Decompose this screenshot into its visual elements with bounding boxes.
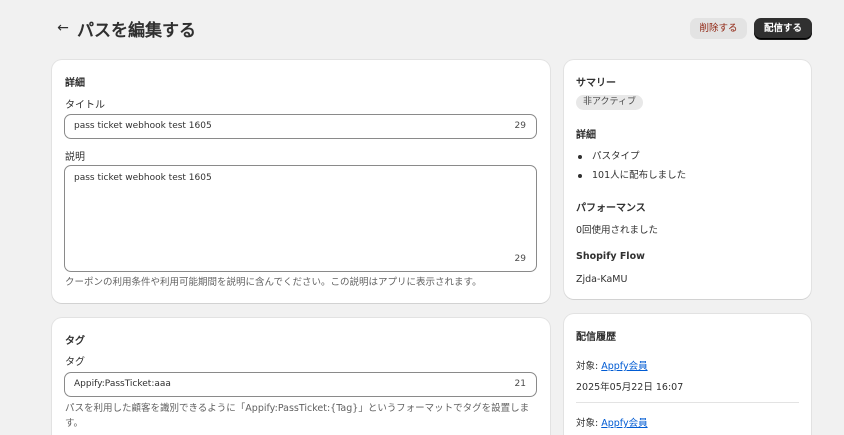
- title-label: タイトル: [65, 100, 105, 111]
- performance-heading: パフォーマンス: [576, 203, 646, 214]
- summary-details-heading: 詳細: [576, 130, 596, 141]
- details-card: 詳細 タイトル pass ticket webhook test 1605 29…: [52, 60, 550, 303]
- delete-button[interactable]: 削除する: [690, 18, 747, 39]
- description-textarea-value: pass ticket webhook test 1605: [74, 173, 212, 183]
- publish-button[interactable]: 配信する: [754, 18, 812, 39]
- details-heading: 詳細: [65, 78, 85, 89]
- history-entry-target: 対象: Appfy会員: [576, 418, 648, 429]
- tag-char-count: 21: [514, 379, 526, 389]
- title-input-value: pass ticket webhook test 1605: [74, 121, 212, 131]
- bullet-icon: [578, 173, 582, 178]
- title-char-count: 29: [514, 121, 526, 131]
- history-entry-target: 対象: Appfy会員: [576, 361, 648, 372]
- history-target-link[interactable]: Appfy会員: [601, 361, 647, 372]
- summary-heading: サマリー: [576, 78, 616, 89]
- details-list-item: 101人に配布しました: [578, 167, 686, 181]
- status-badge: 非アクティブ: [576, 95, 644, 110]
- tag-help-text: パスを利用した顧客を識別できるように「Appify:PassTicket:{Ta…: [65, 403, 530, 429]
- tag-input[interactable]: Appify:PassTicket:aaa 21: [64, 372, 537, 397]
- tag-card: タグ タグ Appify:PassTicket:aaa 21 パスを利用した顧客…: [52, 318, 550, 435]
- flow-value: Zjda-KaMU: [576, 274, 628, 285]
- page-header: ← パスを編集する 削除する 配信する: [0, 0, 844, 56]
- description-textarea[interactable]: pass ticket webhook test 1605 29: [64, 165, 537, 272]
- performance-text: 0回使用されました: [576, 225, 659, 236]
- flow-heading: Shopify Flow: [576, 251, 645, 262]
- title-input[interactable]: pass ticket webhook test 1605 29: [64, 114, 537, 139]
- bullet-icon: [578, 154, 582, 159]
- tag-label: タグ: [65, 357, 85, 368]
- description-char-count: 29: [514, 254, 526, 264]
- description-help-text: クーポンの利用条件や利用可能期間を説明に含んでください。この説明はアプリに表示さ…: [65, 277, 482, 288]
- summary-card: サマリー 非アクティブ 詳細 パスタイプ 101人に配布しました パフォーマンス…: [564, 60, 811, 299]
- page-title: パスを編集する: [77, 21, 196, 41]
- description-label: 説明: [65, 152, 85, 163]
- back-arrow-icon[interactable]: ←: [54, 18, 72, 38]
- tag-input-value: Appify:PassTicket:aaa: [74, 379, 171, 389]
- history-target-link[interactable]: Appfy会員: [601, 418, 647, 429]
- history-divider: [576, 402, 799, 403]
- tag-heading: タグ: [65, 336, 85, 347]
- history-heading: 配信履歴: [576, 332, 616, 343]
- history-entry-date: 2025年05月22日 16:07: [576, 382, 684, 393]
- delivery-history-card: 配信履歴 対象: Appfy会員 2025年05月22日 16:07 対象: A…: [564, 314, 811, 435]
- details-list-item: パスタイプ: [578, 148, 640, 162]
